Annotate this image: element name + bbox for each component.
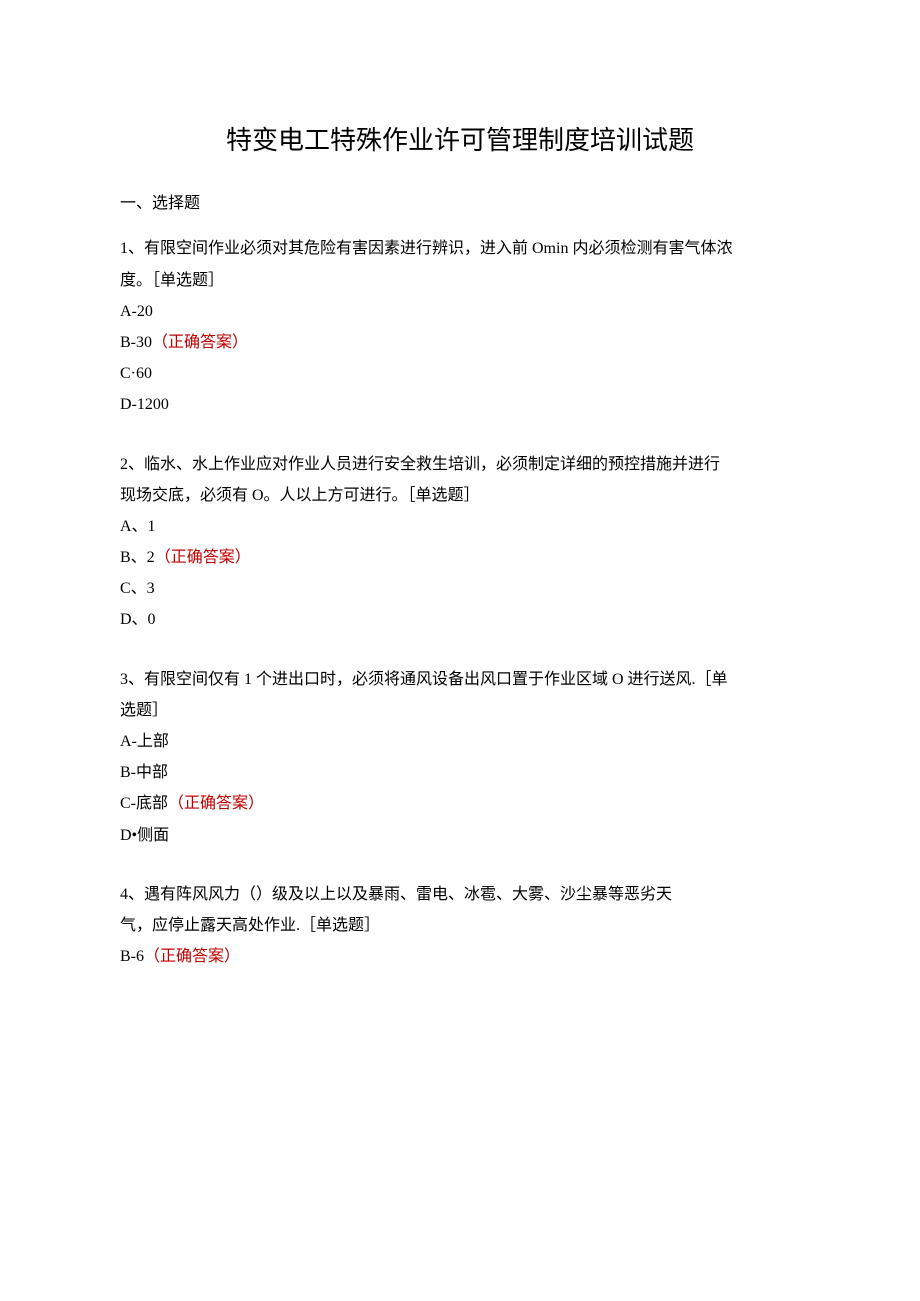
option-label: B-30 [120, 334, 152, 351]
correct-flag: （正确答案） [168, 795, 264, 812]
option: D、0 [120, 604, 800, 635]
question-block: 3、有限空间仅有 1 个进出口时，必须将通风设备出风口置于作业区域 O 进行送风… [120, 664, 800, 851]
question-stem: 气，应停止露天高处作业.［单选题］ [120, 910, 800, 941]
option: B、2（正确答案） [120, 542, 800, 573]
option-label: D-1200 [120, 396, 169, 413]
option-label: B-6 [120, 948, 144, 965]
question-stem: 3、有限空间仅有 1 个进出口时，必须将通风设备出风口置于作业区域 O 进行送风… [120, 664, 800, 695]
question-stem: 度。［单选题］ [120, 265, 800, 296]
option: A、1 [120, 511, 800, 542]
option-label: D•侧面 [120, 827, 169, 844]
question-stem: 选题］ [120, 695, 800, 726]
option: D•侧面 [120, 820, 800, 851]
option: B-30（正确答案） [120, 327, 800, 358]
option-label: A、1 [120, 518, 156, 535]
question-block: 2、临水、水上作业应对作业人员进行安全救生培训，必须制定详细的预控措施并进行 现… [120, 449, 800, 636]
option-label: B-中部 [120, 764, 168, 781]
document-title: 特变电工特殊作业许可管理制度培训试题 [120, 120, 800, 157]
option: A-上部 [120, 726, 800, 757]
option-label: A-20 [120, 303, 153, 320]
correct-flag: （正确答案） [144, 948, 240, 965]
correct-flag: （正确答案） [155, 549, 251, 566]
option: C·60 [120, 358, 800, 389]
correct-flag: （正确答案） [152, 334, 248, 351]
option-label: B、2 [120, 549, 155, 566]
section-heading: 一、选择题 [120, 189, 800, 219]
option: D-1200 [120, 389, 800, 420]
option: C、3 [120, 573, 800, 604]
question-block: 1、有限空间作业必须对其危险有害因素进行辨识，进入前 Omin 内必须检测有害气… [120, 233, 800, 420]
option: B-6（正确答案） [120, 941, 800, 972]
option-label: D、0 [120, 611, 156, 628]
question-block: 4、遇有阵风风力（）级及以上以及暴雨、雷电、冰雹、大雾、沙尘暴等恶劣天 气，应停… [120, 879, 800, 973]
option: C-底部（正确答案） [120, 788, 800, 819]
option-label: A-上部 [120, 733, 169, 750]
document-page: 特变电工特殊作业许可管理制度培训试题 一、选择题 1、有限空间作业必须对其危险有… [0, 0, 920, 1060]
option-label: C、3 [120, 580, 155, 597]
question-stem: 1、有限空间作业必须对其危险有害因素进行辨识，进入前 Omin 内必须检测有害气… [120, 233, 800, 264]
question-stem: 2、临水、水上作业应对作业人员进行安全救生培训，必须制定详细的预控措施并进行 [120, 449, 800, 480]
option: A-20 [120, 296, 800, 327]
option-label: C·60 [120, 365, 152, 382]
option: B-中部 [120, 757, 800, 788]
question-stem: 4、遇有阵风风力（）级及以上以及暴雨、雷电、冰雹、大雾、沙尘暴等恶劣天 [120, 879, 800, 910]
question-stem: 现场交底，必须有 O。人以上方可进行。［单选题］ [120, 480, 800, 511]
option-label: C-底部 [120, 795, 168, 812]
